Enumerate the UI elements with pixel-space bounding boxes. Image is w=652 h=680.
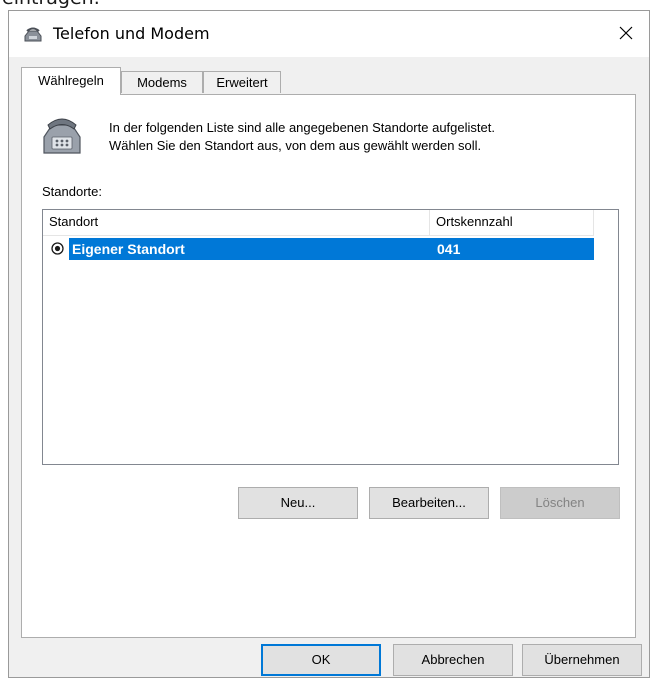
phone-modem-icon bbox=[23, 27, 43, 43]
dialog-title: Telefon und Modem bbox=[53, 24, 210, 43]
phone-modem-dialog: Telefon und Modem Wählregeln Modems Erwe… bbox=[8, 10, 650, 678]
close-icon bbox=[619, 26, 633, 43]
delete-button[interactable]: Löschen bbox=[500, 487, 620, 519]
standorte-list[interactable]: Standort Ortskennzahl Eigener Standort 0… bbox=[42, 209, 619, 465]
tab-panel-waehlregeln: In der folgenden Liste sind alle angegeb… bbox=[21, 94, 636, 638]
list-header: Standort Ortskennzahl bbox=[43, 210, 594, 236]
tab-erweitert[interactable]: Erweitert bbox=[203, 71, 281, 93]
title-bar[interactable]: Telefon und Modem bbox=[9, 11, 649, 57]
tab-waehlregeln[interactable]: Wählregeln bbox=[21, 67, 121, 95]
standorte-label: Standorte: bbox=[42, 184, 102, 199]
table-row[interactable]: Eigener Standort 041 bbox=[43, 238, 594, 260]
apply-button[interactable]: Übernehmen bbox=[522, 644, 642, 676]
background-text: eintragen. bbox=[2, 0, 100, 9]
tab-modems[interactable]: Modems bbox=[121, 71, 203, 93]
intro-line-1: In der folgenden Liste sind alle angegeb… bbox=[109, 120, 495, 135]
radio-selected-icon[interactable] bbox=[51, 242, 64, 255]
intro-text: In der folgenden Liste sind alle angegeb… bbox=[109, 119, 495, 155]
cell-standort: Eigener Standort bbox=[72, 241, 185, 257]
ok-button[interactable]: OK bbox=[261, 644, 381, 676]
close-button[interactable] bbox=[609, 19, 643, 49]
cell-ortskennzahl: 041 bbox=[437, 241, 461, 257]
column-header-ortskennzahl[interactable]: Ortskennzahl bbox=[430, 210, 594, 236]
intro-line-2: Wählen Sie den Standort aus, von dem aus… bbox=[109, 138, 482, 153]
cancel-button[interactable]: Abbrechen bbox=[393, 644, 513, 676]
edit-button[interactable]: Bearbeiten... bbox=[369, 487, 489, 519]
telephone-icon bbox=[38, 113, 84, 159]
new-button[interactable]: Neu... bbox=[238, 487, 358, 519]
column-header-standort[interactable]: Standort bbox=[43, 210, 430, 236]
